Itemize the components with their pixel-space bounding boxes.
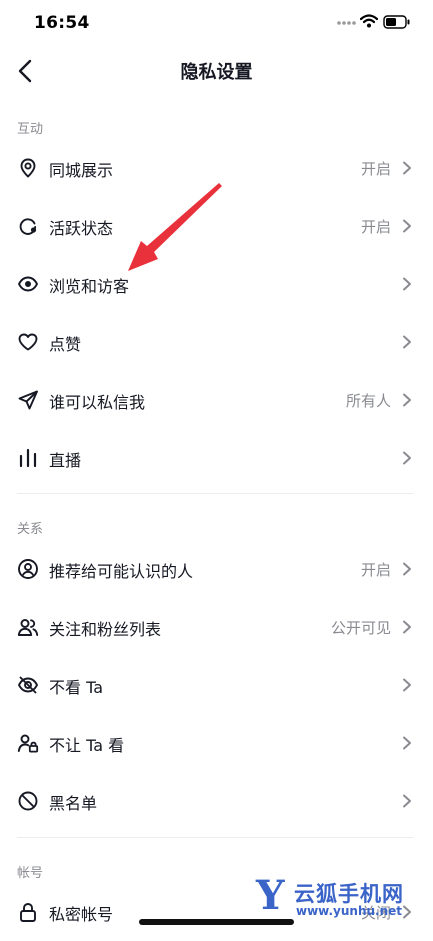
chevron-right-icon (403, 161, 411, 175)
status-time: 16:54 (34, 13, 90, 33)
chevron-right-icon (403, 219, 411, 233)
section-divider (17, 837, 413, 838)
block-icon (18, 791, 38, 811)
chevron-right-icon (403, 620, 411, 634)
section-title-relationship: 关系 (17, 522, 44, 537)
live-bars-icon (19, 448, 37, 468)
wifi-icon (360, 14, 378, 28)
row-label: 活跃状态 (49, 219, 114, 238)
row-value: 所有人 (345, 392, 391, 410)
chevron-right-icon (403, 562, 411, 576)
chevron-right-icon (403, 736, 411, 750)
row-follow-fans-list[interactable]: 关注和粉丝列表 公开可见 (0, 598, 433, 656)
row-value: 开启 (360, 218, 391, 236)
location-pin-icon (20, 158, 36, 178)
row-city-display[interactable]: 同城展示 开启 (0, 139, 433, 197)
eye-off-icon (18, 676, 38, 694)
navigation-bar: 隐私设置 (0, 46, 433, 96)
row-label: 不看 Ta (49, 678, 104, 697)
row-label: 黑名单 (49, 794, 98, 813)
chevron-right-icon (403, 277, 411, 291)
chevron-right-icon (403, 335, 411, 349)
home-indicator[interactable] (139, 919, 294, 925)
send-icon (18, 390, 38, 410)
chevron-right-icon (403, 393, 411, 407)
section-title-account: 帐号 (17, 866, 44, 881)
row-live[interactable]: 直播 (0, 429, 433, 487)
row-label: 浏览和访客 (49, 277, 130, 296)
users-icon (17, 619, 39, 636)
row-label: 推荐给可能认识的人 (49, 562, 194, 581)
section-title-interaction: 互动 (17, 122, 44, 137)
row-label: 私密帐号 (49, 905, 114, 924)
row-blacklist[interactable]: 黑名单 (0, 772, 433, 830)
heart-icon (18, 333, 38, 351)
battery-icon (383, 15, 410, 29)
row-likes[interactable]: 点赞 (0, 313, 433, 371)
row-label: 点赞 (49, 335, 82, 354)
eye-icon (18, 276, 38, 292)
row-label: 关注和粉丝列表 (49, 620, 162, 639)
row-label: 谁可以私信我 (49, 393, 146, 412)
row-value: 开启 (360, 160, 391, 178)
row-dont-let-them-see[interactable]: 不让 Ta 看 (0, 714, 433, 772)
page-title: 隐私设置 (180, 62, 253, 83)
watermark-url: www.yunhu.net (296, 904, 403, 918)
chevron-right-icon (403, 678, 411, 692)
row-private-messages[interactable]: 谁可以私信我 所有人 (0, 371, 433, 429)
row-active-status[interactable]: 活跃状态 开启 (0, 197, 433, 255)
user-lock-icon (17, 734, 39, 753)
user-circle-icon (18, 559, 38, 579)
chevron-right-icon (403, 794, 411, 808)
signal-dots-icon (337, 21, 356, 25)
watermark: Y 云狐手机网 www.yunhu.net (252, 874, 433, 920)
row-value: 开启 (360, 561, 391, 579)
lock-icon (20, 903, 36, 922)
row-browse-visitors[interactable]: 浏览和访客 (0, 255, 433, 313)
row-label: 同城展示 (49, 161, 114, 180)
row-recommend-to-acquaintances[interactable]: 推荐给可能认识的人 开启 (0, 540, 433, 598)
active-status-icon (19, 218, 37, 235)
row-dont-see-them[interactable]: 不看 Ta (0, 656, 433, 714)
watermark-logo-letter: Y (256, 872, 285, 919)
row-label: 不让 Ta 看 (49, 736, 125, 755)
status-bar: 16:54 (0, 0, 433, 46)
row-label: 直播 (49, 451, 82, 470)
section-divider (17, 493, 413, 494)
row-value: 公开可见 (330, 619, 391, 637)
chevron-right-icon (403, 451, 411, 465)
